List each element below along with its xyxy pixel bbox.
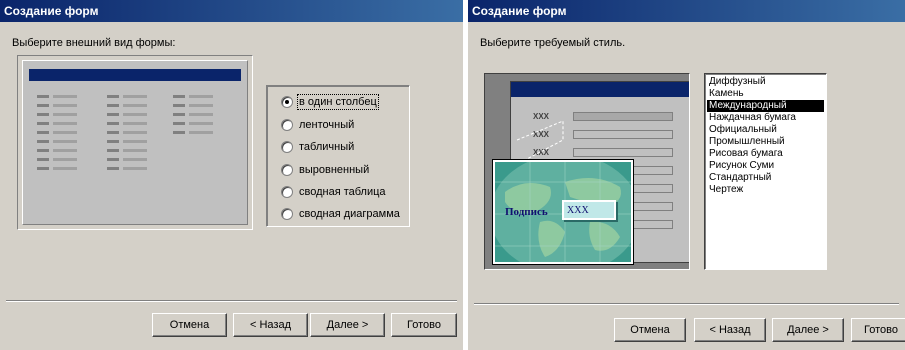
placeholder-field xyxy=(123,140,147,143)
placeholder-label xyxy=(107,95,119,98)
radio-button-icon xyxy=(281,208,293,220)
radio-datasheet[interactable]: табличный xyxy=(281,139,354,155)
placeholder-label xyxy=(37,104,49,107)
radio-button-icon xyxy=(281,141,293,153)
finish-button[interactable]: Готово xyxy=(391,313,457,337)
back-button[interactable]: < Назад xyxy=(694,318,766,342)
placeholder-field xyxy=(189,113,213,116)
list-item-selected[interactable]: Международный xyxy=(707,100,824,112)
preview-title-bar xyxy=(29,69,241,81)
placeholder-field xyxy=(123,113,147,116)
radio-label: табличный xyxy=(299,141,355,153)
placeholder-field xyxy=(53,104,77,107)
list-item[interactable]: Диффузный xyxy=(707,76,824,88)
back-button[interactable]: < Назад xyxy=(233,313,308,337)
placeholder-label xyxy=(107,113,119,116)
form-wizard-layout-dialog: Создание форм Выберите внешний вид формы… xyxy=(0,0,463,350)
prompt-text: Выберите требуемый стиль. xyxy=(480,37,626,49)
style-listbox[interactable]: Диффузный Камень Международный Наждачная… xyxy=(704,73,827,270)
radio-label: ленточный xyxy=(299,119,355,131)
dialog-title: Создание форм xyxy=(0,0,463,22)
placeholder-label xyxy=(37,122,49,125)
cancel-button[interactable]: Отмена xyxy=(614,318,686,342)
placeholder-field xyxy=(123,122,147,125)
placeholder-field xyxy=(53,113,77,116)
placeholder-field xyxy=(53,167,77,170)
placeholder-label xyxy=(173,122,185,125)
prompt-text: Выберите внешний вид формы: xyxy=(12,37,176,49)
placeholder-label xyxy=(37,95,49,98)
placeholder-field xyxy=(189,95,213,98)
list-item[interactable]: Рисовая бумага xyxy=(707,148,824,160)
placeholder-field xyxy=(53,122,77,125)
next-button[interactable]: Далее > xyxy=(772,318,844,342)
radio-label: сводная таблица xyxy=(299,186,386,198)
list-item[interactable]: Чертеж xyxy=(707,184,824,196)
list-item[interactable]: Стандартный xyxy=(707,172,824,184)
radio-button-icon xyxy=(281,96,293,108)
style-preview: XXX XXX XXX Подпись XXX xyxy=(484,73,690,270)
radio-justified[interactable]: выровненный xyxy=(281,162,369,178)
separator xyxy=(474,303,899,305)
placeholder-field xyxy=(123,104,147,107)
radio-columnar[interactable]: в один столбец xyxy=(281,94,379,110)
layout-options-group: в один столбец ленточный табличный выров… xyxy=(266,85,410,227)
placeholder-label xyxy=(107,122,119,125)
placeholder-label xyxy=(173,95,185,98)
placeholder-field xyxy=(189,104,213,107)
list-item[interactable]: Официальный xyxy=(707,124,824,136)
radio-tabular[interactable]: ленточный xyxy=(281,117,354,133)
style-sample-card: Подпись XXX xyxy=(493,160,633,264)
placeholder-label xyxy=(107,149,119,152)
radio-pivot-chart[interactable]: сводная диаграмма xyxy=(281,206,400,222)
placeholder-field xyxy=(123,95,147,98)
radio-label: сводная диаграмма xyxy=(299,208,400,220)
placeholder-field xyxy=(53,95,77,98)
placeholder-label xyxy=(173,104,185,107)
finish-button[interactable]: Готово xyxy=(851,318,905,342)
radio-button-icon xyxy=(281,186,293,198)
placeholder-label xyxy=(107,167,119,170)
radio-label: выровненный xyxy=(299,164,370,176)
placeholder-field xyxy=(53,158,77,161)
placeholder-field xyxy=(123,158,147,161)
placeholder-label xyxy=(37,140,49,143)
placeholder-field xyxy=(189,122,213,125)
placeholder-field xyxy=(123,167,147,170)
placeholder-field xyxy=(123,131,147,134)
placeholder-label xyxy=(37,158,49,161)
sample-label: Подпись xyxy=(505,206,548,218)
layout-preview xyxy=(17,55,253,230)
form-wizard-style-dialog: Создание форм Выберите требуемый стиль. … xyxy=(468,0,905,350)
list-item[interactable]: Наждачная бумага xyxy=(707,112,824,124)
separator xyxy=(6,300,457,302)
sample-textbox: XXX xyxy=(562,200,616,220)
placeholder-field xyxy=(53,140,77,143)
radio-button-icon xyxy=(281,119,293,131)
placeholder-label xyxy=(107,131,119,134)
list-item[interactable]: Рисунок Суми xyxy=(707,160,824,172)
cancel-button[interactable]: Отмена xyxy=(152,313,227,337)
placeholder-label xyxy=(37,113,49,116)
placeholder-label xyxy=(107,140,119,143)
list-item[interactable]: Камень xyxy=(707,88,824,100)
radio-pivot-table[interactable]: сводная таблица xyxy=(281,184,386,200)
placeholder-label xyxy=(107,104,119,107)
placeholder-field xyxy=(123,149,147,152)
placeholder-label xyxy=(37,131,49,134)
placeholder-field xyxy=(53,131,77,134)
placeholder-field xyxy=(189,131,213,134)
placeholder-label xyxy=(107,158,119,161)
list-item[interactable]: Промышленный xyxy=(707,136,824,148)
radio-label: в один столбец xyxy=(297,94,379,110)
placeholder-field xyxy=(53,149,77,152)
placeholder-label xyxy=(37,167,49,170)
placeholder-label xyxy=(173,131,185,134)
placeholder-label xyxy=(173,113,185,116)
radio-button-icon xyxy=(281,164,293,176)
next-button[interactable]: Далее > xyxy=(310,313,385,337)
dialog-title: Создание форм xyxy=(468,0,905,22)
placeholder-label xyxy=(37,149,49,152)
